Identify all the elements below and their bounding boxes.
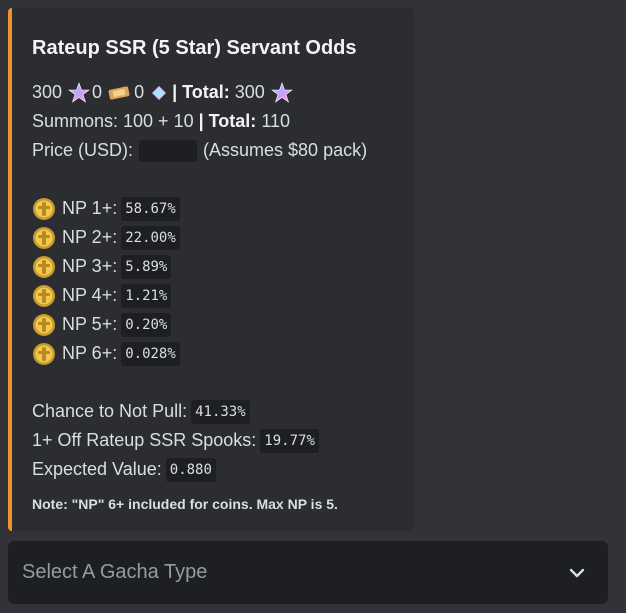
currency-total: 300 [234,82,265,102]
stat-value: 41.33% [191,399,250,424]
stat-label: Expected Value: [32,459,162,479]
saint-quartz-count: 300 [32,82,63,102]
price-label: Price (USD): [32,140,134,160]
ticket-count: 0 [92,82,103,102]
np-label: NP 5+: [62,314,118,334]
np-odds-row: NP 2+: 22.00% [32,223,398,252]
saint-quartz-icon [270,81,293,103]
np-label: NP 3+: [62,256,118,276]
summons-total: 110 [261,111,291,131]
gacha-odds-embed: Rateup SSR (5 Star) Servant Odds 300 0 0… [8,8,414,531]
summons-line: Summons: 100 + 10 | Total: 110 [32,107,398,136]
gacha-type-select[interactable]: Select A Gacha Type [8,541,608,604]
np-label: NP 2+: [62,227,118,247]
np-value: 1.21% [121,283,172,308]
np-label: NP 4+: [62,285,118,305]
np-odds-row: NP 3+: 5.89% [32,252,398,281]
embed-title: Rateup SSR (5 Star) Servant Odds [32,37,357,59]
stat-row: Chance to Not Pull: 41.33% [32,397,398,426]
quartz-fragment-count: 0 [134,82,145,102]
stat-value: 19.77% [260,428,319,453]
np-value: 58.67% [121,196,180,221]
np-label: NP 1+: [62,198,118,218]
servant-coin-icon [33,342,55,365]
stat-label: Chance to Not Pull: [32,401,188,421]
summons-total-label: | Total: [198,111,257,131]
chevron-down-icon [569,568,585,577]
np-odds-row: NP 6+: 0.028% [32,339,398,368]
embed-note: Note: "NP" 6+ included for coins. Max NP… [32,496,338,512]
stat-label: 1+ Off Rateup SSR Spooks: [32,430,257,450]
select-placeholder: Select A Gacha Type [22,561,208,583]
np-odds-row: NP 4+: 1.21% [32,281,398,310]
np-value: 5.89% [121,254,172,279]
currency-line: 300 0 0 | Total: 300 [32,78,398,107]
price-spoiler[interactable] [139,139,198,162]
servant-coin-icon [33,313,55,336]
np-value: 0.20% [121,312,172,337]
np-value: 22.00% [121,225,180,250]
currency-total-label: | Total: [172,82,230,102]
summon-ticket-icon [108,85,130,100]
servant-coin-icon [33,197,55,220]
servant-coin-icon [33,284,55,307]
np-value: 0.028% [121,341,180,366]
np-label: NP 6+: [62,343,118,363]
np-odds-row: NP 1+: 58.67% [32,194,398,223]
stat-row: Expected Value: 0.880 [32,455,398,484]
servant-coin-icon [33,255,55,278]
servant-coin-icon [33,226,55,249]
price-note: (Assumes $80 pack) [203,140,368,160]
saint-quartz-icon [68,81,90,103]
np-odds-list: NP 1+: 58.67% NP 2+: 22.00% NP 3+: 5.89% NP 4+… [32,194,398,368]
price-line: Price (USD): (Assumes $80 pack) [32,136,398,165]
stat-row: 1+ Off Rateup SSR Spooks: 19.77% [32,426,398,455]
stats-list: Chance to Not Pull: 41.33% 1+ Off Rateup S… [32,397,398,484]
summons-label: Summons: 100 + 10 [32,111,194,131]
stat-value: 0.880 [165,457,216,482]
np-odds-row: NP 5+: 0.20% [32,310,398,339]
quartz-fragment-icon [152,85,167,100]
